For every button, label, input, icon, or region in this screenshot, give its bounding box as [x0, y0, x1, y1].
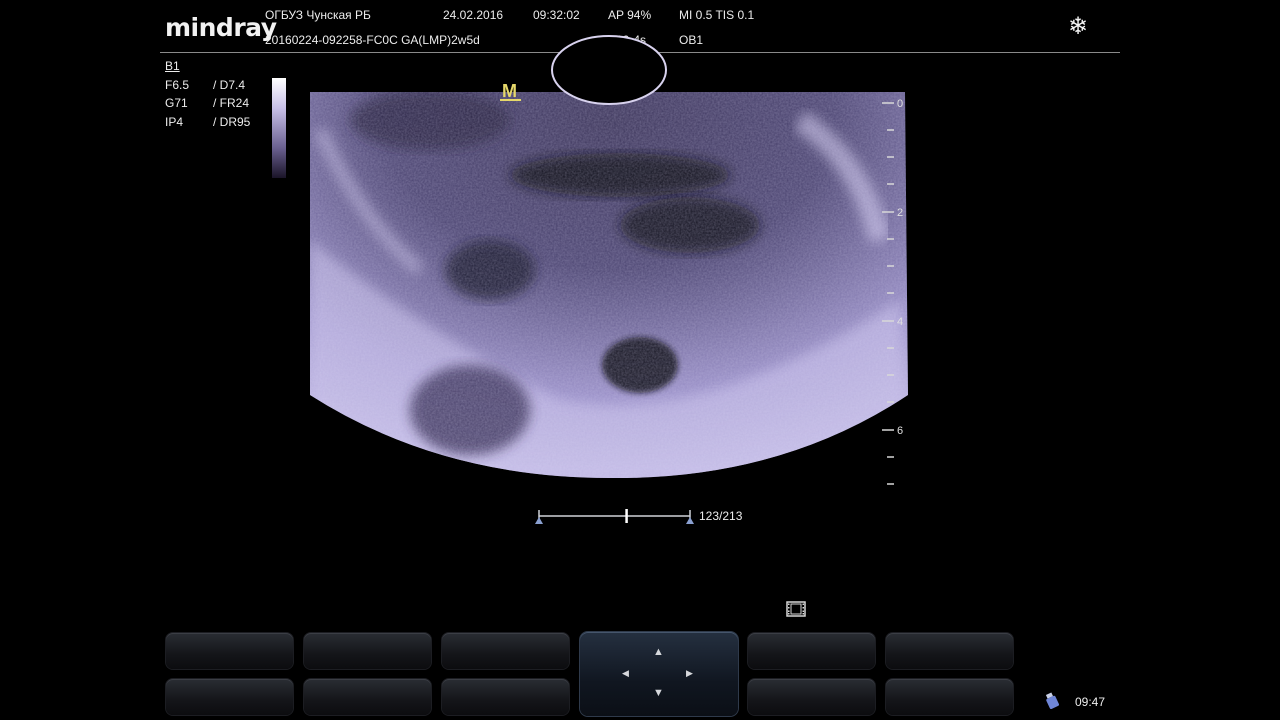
soft-key-4-top[interactable] [748, 633, 875, 669]
soft-key-2-top[interactable] [304, 633, 431, 669]
cine-progress-bar[interactable] [535, 509, 694, 524]
depth-label-4: 4 [897, 316, 903, 328]
ultrasound-image: M 0 2 4 6 [310, 35, 908, 524]
soft-key-4-bottom[interactable] [748, 679, 875, 715]
film-icon[interactable] [786, 600, 806, 618]
arrow-right-icon[interactable]: ▶ [686, 668, 693, 679]
depth-label-2: 2 [897, 207, 903, 219]
soft-key-2-bottom[interactable] [304, 679, 431, 715]
arrow-down-icon[interactable]: ▼ [653, 688, 664, 699]
depth-label-6: 6 [897, 425, 903, 437]
system-clock: 09:47 [1075, 695, 1106, 709]
soft-key-3-bottom[interactable] [442, 679, 569, 715]
soft-key-1-bottom[interactable] [166, 679, 293, 715]
arrow-left-icon[interactable]: ◀ [622, 668, 629, 679]
usb-icon [1045, 692, 1059, 709]
soft-key-1-top[interactable] [166, 633, 293, 669]
depth-label-0: 0 [897, 98, 903, 110]
orientation-marker: M [502, 81, 517, 101]
cine-frame-counter: 123/213 [699, 509, 743, 523]
soft-key-3-top[interactable] [442, 633, 569, 669]
arrow-up-icon[interactable]: ▲ [653, 647, 664, 658]
soft-key-5-top[interactable] [886, 633, 1013, 669]
soft-key-5-bottom[interactable] [886, 679, 1013, 715]
navigation-pad[interactable]: ▲ ▼ ◀ ▶ [580, 632, 738, 716]
